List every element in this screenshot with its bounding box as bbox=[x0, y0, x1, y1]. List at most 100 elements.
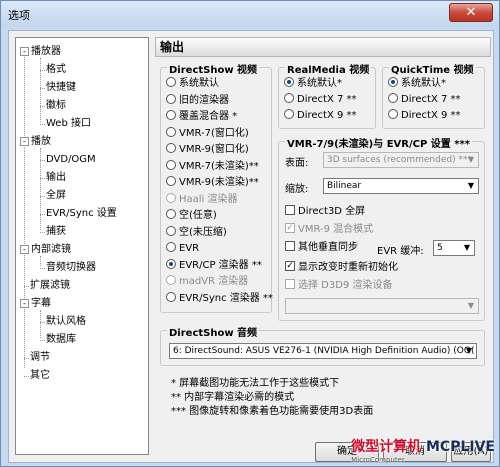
tree-item-18[interactable]: 其它 bbox=[24, 369, 50, 383]
directshow-option-11[interactable]: EVR/CP 渲染器 ** bbox=[166, 258, 262, 272]
tree-item-label: 调节 bbox=[30, 352, 50, 363]
tree-item-14[interactable]: - 字幕 bbox=[20, 297, 51, 311]
radio-button bbox=[166, 192, 176, 203]
radio-button bbox=[166, 275, 176, 285]
option-label: VMR-9(未渲染)** bbox=[179, 177, 259, 188]
tree-item-7[interactable]: 输出 bbox=[40, 171, 66, 185]
chevron-down-icon: ▼ bbox=[467, 181, 475, 190]
directshow-option-4[interactable]: VMR-9(窗口化) bbox=[166, 143, 249, 156]
dialog-client: - 播放器格式快捷键徽标 Web 接口 - 播放 DVD/OGM 输出全屏 EVR/Sync … bbox=[8, 30, 494, 463]
watermark-sub: MicroComputer bbox=[351, 456, 405, 464]
chevron-down-icon: ▼ bbox=[467, 301, 475, 310]
direct3d-fullscreen-checkbox[interactable]: Direct3D 全屏 bbox=[285, 205, 365, 218]
checkbox-box bbox=[285, 205, 295, 215]
evr-buffer-value: 5 bbox=[437, 243, 443, 253]
vmr9-mixer-checkbox[interactable]: ✓ VMR-9 混合模式 bbox=[285, 223, 373, 236]
radio-button bbox=[388, 77, 398, 87]
resize-label: 缩放: bbox=[285, 184, 309, 195]
tree-item-16[interactable]: 数据库 bbox=[40, 333, 76, 347]
vmr-evr-settings-label: VMR-7/9(未渲染)与 EVR/CP 设置 *** bbox=[285, 135, 472, 150]
tree-item-0[interactable]: - 播放器 bbox=[20, 45, 61, 59]
surface-select[interactable]: 3D surfaces (recommended) *** ▼ bbox=[323, 152, 479, 168]
d3d9-device-select[interactable]: ▼ bbox=[285, 298, 479, 314]
select-d3d9-device-checkbox[interactable]: 选择 D3D9 渲染设备 bbox=[285, 279, 393, 292]
quicktime-option-2[interactable]: DirectX 9 ** bbox=[388, 109, 461, 122]
realmedia-option-1[interactable]: DirectX 7 ** bbox=[284, 93, 357, 106]
tree-item-2[interactable]: 快捷键 bbox=[40, 81, 76, 95]
tree-item-10[interactable]: 捕获 bbox=[40, 225, 66, 239]
radio-button bbox=[166, 225, 176, 236]
title-bar[interactable]: 选项 ✕ bbox=[1, 1, 499, 27]
directshow-audio-label: DirectShow 音频 bbox=[167, 324, 260, 339]
surface-label: 表面: bbox=[285, 158, 309, 169]
tree-item-5[interactable]: - 播放 bbox=[20, 135, 51, 149]
close-button[interactable]: ✕ bbox=[449, 3, 493, 22]
option-label: EVR bbox=[179, 243, 200, 254]
radio-button bbox=[284, 77, 294, 87]
tree-item-3[interactable]: 徽标 bbox=[40, 99, 66, 113]
option-label: DirectX 7 ** bbox=[401, 94, 461, 105]
collapse-icon[interactable]: - bbox=[20, 136, 29, 146]
tree-item-8[interactable]: 全屏 bbox=[40, 189, 66, 203]
radio-button bbox=[284, 93, 294, 103]
directshow-option-2[interactable]: 覆盖混合器 * bbox=[166, 110, 237, 123]
realmedia-option-0[interactable]: 系统默认* bbox=[284, 77, 342, 90]
checkbox-box: ✓ bbox=[285, 223, 295, 233]
collapse-icon[interactable]: - bbox=[20, 46, 29, 56]
collapse-icon[interactable]: - bbox=[20, 298, 29, 308]
audio-device-select[interactable]: 6: DirectSound: ASUS VE276-1 (NVIDIA Hig… bbox=[169, 343, 477, 359]
tree-item-11[interactable]: - 内部滤镜 bbox=[20, 243, 71, 257]
directshow-option-7[interactable]: Haali 渲染器 bbox=[166, 192, 238, 206]
radio-button bbox=[166, 93, 176, 104]
tree-item-17[interactable]: 调节 bbox=[24, 351, 50, 365]
directshow-video-group: DirectShow 视频 系统默认 旧的渲染器 覆盖混合器 * VMR-7(窗口化)… bbox=[160, 61, 273, 313]
options-tree[interactable]: - 播放器格式快捷键徽标 Web 接口 - 播放 DVD/OGM 输出全屏 EVR/Sync … bbox=[15, 37, 149, 455]
directshow-option-9[interactable]: 空(未压缩) bbox=[166, 225, 227, 239]
tree-item-13[interactable]: 扩展滤镜 bbox=[24, 279, 70, 293]
tree-item-4[interactable]: Web 接口 bbox=[40, 117, 91, 131]
tree-item-label: DVD/OGM bbox=[46, 154, 96, 165]
select-d3d9-label: 选择 D3D9 渲染设备 bbox=[298, 280, 393, 291]
directshow-option-3[interactable]: VMR-7(窗口化) bbox=[166, 126, 249, 140]
tree-item-9[interactable]: EVR/Sync 设置 bbox=[40, 207, 117, 221]
tree-item-12[interactable]: 音频切换器 bbox=[40, 261, 96, 275]
radio-button bbox=[166, 77, 176, 87]
directshow-option-5[interactable]: VMR-7(未渲染)** bbox=[166, 159, 259, 173]
realmedia-option-2[interactable]: DirectX 9 ** bbox=[284, 109, 357, 122]
option-label: madVR 渲染器 bbox=[179, 276, 249, 287]
quicktime-option-0[interactable]: 系统默认* bbox=[388, 77, 446, 90]
option-label: 系统默认* bbox=[401, 78, 446, 89]
quicktime-option-1[interactable]: DirectX 7 ** bbox=[388, 93, 461, 106]
reinit-label: 显示改变时重新初始化 bbox=[298, 262, 398, 273]
option-label: DirectX 7 ** bbox=[297, 94, 357, 105]
directshow-option-10[interactable]: EVR bbox=[166, 242, 200, 255]
evr-buffer-select[interactable]: 5 ▼ bbox=[433, 240, 475, 256]
directshow-option-13[interactable]: EVR/Sync 渲染器 ** bbox=[166, 291, 273, 305]
alt-vsync-checkbox[interactable]: 其他垂直同步 bbox=[285, 241, 358, 254]
checkbox-box bbox=[285, 279, 295, 289]
directshow-option-1[interactable]: 旧的渲染器 bbox=[166, 93, 229, 107]
quicktime-video-group: QuickTime 视频 系统默认* DirectX 7 ** DirectX 9 … bbox=[382, 61, 485, 129]
mcplive-watermark: 微型计算机 MCPLIVE MicroComputer bbox=[351, 436, 495, 464]
tree-item-6[interactable]: DVD/OGM bbox=[40, 153, 96, 167]
checkbox-box: ✓ bbox=[285, 261, 295, 271]
option-label: 空(任意) bbox=[179, 210, 217, 221]
tree-item-1[interactable]: 格式 bbox=[40, 63, 66, 77]
tree-item-label: 输出 bbox=[46, 172, 66, 183]
note-2: ** 内部字幕渲染必需的模式 bbox=[171, 392, 295, 403]
options-window: 选项 ✕ - 播放器格式快捷键徽标 Web 接口 - 播放 DVD/OGM 输出全屏 EVR/… bbox=[0, 0, 500, 467]
directshow-option-6[interactable]: VMR-9(未渲染)** bbox=[166, 176, 259, 189]
radio-button bbox=[166, 209, 176, 219]
resize-select[interactable]: Bilinear ▼ bbox=[323, 178, 479, 194]
tree-item-15[interactable]: 默认风格 bbox=[40, 315, 86, 329]
option-label: 旧的渲染器 bbox=[179, 94, 229, 106]
radio-button bbox=[166, 110, 176, 120]
tree-item-label: 音频切换器 bbox=[46, 262, 96, 273]
reinit-on-display-change-checkbox[interactable]: ✓ 显示改变时重新初始化 bbox=[285, 261, 398, 274]
directshow-option-0[interactable]: 系统默认 bbox=[166, 77, 219, 90]
tree-item-label: 快捷键 bbox=[46, 82, 76, 93]
collapse-icon[interactable]: - bbox=[20, 244, 29, 254]
directshow-option-8[interactable]: 空(任意) bbox=[166, 209, 217, 222]
directshow-option-12[interactable]: madVR 渲染器 bbox=[166, 275, 249, 288]
radio-button bbox=[284, 109, 294, 119]
